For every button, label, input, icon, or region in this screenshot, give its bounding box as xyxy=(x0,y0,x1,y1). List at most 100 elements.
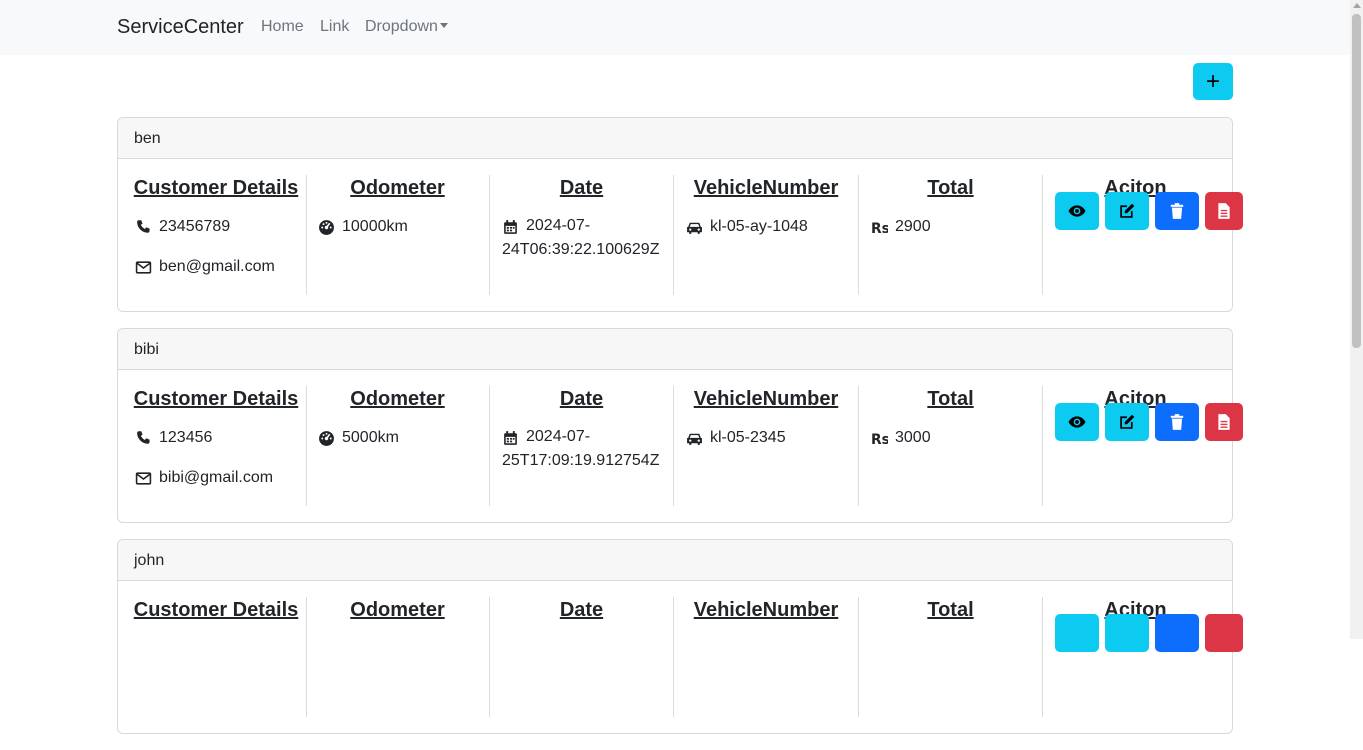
gauge-icon xyxy=(319,431,334,446)
vehicle-heading: VehicleNumber xyxy=(693,388,839,410)
total-column: Total Rs 2900 xyxy=(859,175,1043,295)
vehicle-line: kl-05-ay-1048 xyxy=(686,218,808,236)
car-icon xyxy=(687,433,702,445)
date-heading: Date xyxy=(559,599,604,621)
phone-icon xyxy=(137,431,150,444)
edit-icon xyxy=(1120,203,1135,218)
action-buttons xyxy=(1055,192,1249,230)
invoice-button[interactable] xyxy=(1205,614,1243,652)
vehicle-column: VehicleNumber kl-05-ay-1048 xyxy=(674,175,859,295)
card-body: Customer Details 123456 bibi@gmail.com O… xyxy=(118,370,1243,520)
envelope-icon xyxy=(135,472,152,485)
invoice-button[interactable] xyxy=(1205,192,1243,230)
odometer-heading: Odometer xyxy=(350,177,445,199)
odometer-column: Odometer xyxy=(306,597,490,717)
total-value: 2900 xyxy=(895,218,931,235)
edit-button[interactable] xyxy=(1105,403,1149,441)
total-column: Total xyxy=(859,597,1043,717)
delete-button[interactable] xyxy=(1155,614,1199,652)
record-card: ben Customer Details 23456789 ben@gmail.… xyxy=(117,117,1243,312)
card-header: ben xyxy=(118,118,1232,159)
odometer-value: 5000km xyxy=(342,429,399,446)
phone-line: 123456 xyxy=(135,429,212,447)
phone-line: 23456789 xyxy=(135,218,230,236)
eye-icon xyxy=(1068,416,1086,428)
edit-button[interactable] xyxy=(1105,614,1149,652)
file-icon xyxy=(1218,203,1230,219)
odometer-line: 5000km xyxy=(318,429,399,447)
envelope-icon xyxy=(135,261,152,274)
scrollbar-thumb[interactable] xyxy=(1352,14,1361,348)
scroll-up-arrow-icon[interactable] xyxy=(1353,3,1361,8)
trash-icon xyxy=(1170,414,1184,430)
view-button[interactable] xyxy=(1055,614,1099,652)
total-value: 3000 xyxy=(895,429,931,446)
date-heading: Date xyxy=(559,177,604,199)
total-heading: Total xyxy=(927,388,974,410)
trash-icon xyxy=(1170,203,1184,219)
vehicle-value: kl-05-2345 xyxy=(710,429,786,446)
add-button[interactable]: + xyxy=(1193,63,1233,100)
card-body: Customer Details 23456789 ben@gmail.com … xyxy=(118,159,1243,309)
phone-icon xyxy=(137,220,150,233)
svg-text:Rs: Rs xyxy=(871,221,888,236)
edit-button[interactable] xyxy=(1105,192,1149,230)
date-value-part1: 2024-07- xyxy=(526,217,591,234)
navbar: ServiceCenter Home Link Dropdown xyxy=(0,0,1350,55)
delete-button[interactable] xyxy=(1155,403,1199,441)
total-column: Total Rs 3000 xyxy=(859,386,1043,506)
caret-down-icon xyxy=(439,23,448,28)
vehicle-value: kl-05-ay-1048 xyxy=(710,218,808,235)
file-icon xyxy=(1218,414,1230,430)
rupee-icon: Rs xyxy=(871,432,888,447)
eye-icon xyxy=(1068,205,1086,217)
action-buttons xyxy=(1055,403,1249,441)
vehicle-column: VehicleNumber xyxy=(674,597,859,717)
odometer-column: Odometer 10000km xyxy=(306,175,490,295)
view-button[interactable] xyxy=(1055,403,1099,441)
email-line: bibi@gmail.com xyxy=(135,469,273,487)
vehicle-column: VehicleNumber kl-05-2345 xyxy=(674,386,859,506)
total-heading: Total xyxy=(927,177,974,199)
date-value-part1: 2024-07- xyxy=(526,428,591,445)
delete-button[interactable] xyxy=(1155,192,1199,230)
calendar-icon xyxy=(504,431,517,445)
svg-text:Rs: Rs xyxy=(871,432,888,447)
nav-dropdown[interactable]: Dropdown xyxy=(365,18,448,36)
rupee-icon: Rs xyxy=(871,221,888,236)
customer-heading: Customer Details xyxy=(133,599,299,621)
customer-heading: Customer Details xyxy=(133,388,299,410)
record-card: bibi Customer Details 123456 bibi@gmail.… xyxy=(117,328,1243,523)
email-line: ben@gmail.com xyxy=(135,258,275,276)
date-line: 2024-07- 24T06:39:22.100629Z xyxy=(502,217,660,262)
nav-link[interactable]: Link xyxy=(320,18,349,36)
date-column: Date 2024-07- 24T06:39:22.100629Z xyxy=(490,175,674,295)
date-value-part2: 24T06:39:22.100629Z xyxy=(502,241,660,258)
action-buttons xyxy=(1055,614,1249,652)
record-card: john Customer Details Odometer Date Vehi… xyxy=(117,539,1243,734)
odometer-heading: Odometer xyxy=(350,599,445,621)
gauge-icon xyxy=(319,220,334,235)
brand[interactable]: ServiceCenter xyxy=(117,16,244,39)
invoice-button[interactable] xyxy=(1205,403,1243,441)
vehicle-heading: VehicleNumber xyxy=(693,177,839,199)
odometer-value: 10000km xyxy=(342,218,408,235)
email-value: bibi@gmail.com xyxy=(159,469,274,486)
date-line: 2024-07- 25T17:09:19.912754Z xyxy=(502,428,659,473)
card-body: Customer Details Odometer Date VehicleNu… xyxy=(118,581,1243,731)
customer-column: Customer Details 123456 bibi@gmail.com xyxy=(126,386,307,506)
vehicle-line: kl-05-2345 xyxy=(686,429,786,447)
card-header: bibi xyxy=(118,329,1232,370)
car-icon xyxy=(687,222,702,234)
odometer-line: 10000km xyxy=(318,218,408,236)
odometer-heading: Odometer xyxy=(350,388,445,410)
edit-icon xyxy=(1120,414,1135,429)
nav-home[interactable]: Home xyxy=(261,18,304,36)
date-column: Date xyxy=(490,597,674,717)
customer-column: Customer Details 23456789 ben@gmail.com xyxy=(126,175,307,295)
vehicle-heading: VehicleNumber xyxy=(693,599,839,621)
customer-heading: Customer Details xyxy=(133,177,299,199)
phone-value: 23456789 xyxy=(159,218,231,235)
view-button[interactable] xyxy=(1055,192,1099,230)
card-header: john xyxy=(118,540,1232,581)
